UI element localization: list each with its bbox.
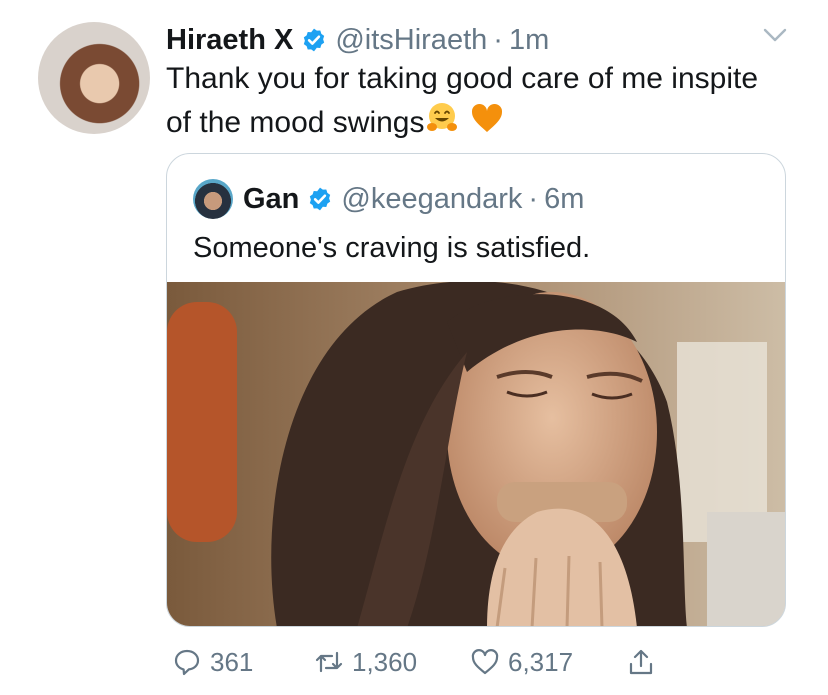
quoted-author-avatar: [193, 179, 233, 219]
tweet-timestamp[interactable]: 1m: [509, 24, 549, 57]
quoted-tweet-photo[interactable]: [167, 282, 785, 626]
reply-icon: [174, 649, 200, 676]
tweet-actions: 361 1,360 6,317: [166, 642, 786, 682]
heart-icon: [471, 649, 499, 675]
orange-heart-emoji: [469, 100, 505, 136]
retweet-icon: [315, 651, 343, 673]
tweet-body: Thank you for taking good care of me ins…: [166, 62, 759, 139]
like-count: 6,317: [508, 646, 574, 677]
reply-count: 361: [210, 646, 254, 677]
author-avatar[interactable]: [38, 22, 150, 134]
tweet-text: Thank you for taking good care of me ins…: [166, 58, 786, 144]
share-button[interactable]: [626, 642, 664, 682]
hugging-face-emoji: [424, 100, 460, 136]
verified-badge-icon: [304, 28, 325, 52]
retweet-button[interactable]: 1,360: [314, 642, 417, 682]
retweet-count: 1,360: [352, 646, 418, 677]
quoted-tweet-timestamp: 6m: [544, 182, 585, 215]
author-name[interactable]: Hiraeth X: [166, 24, 293, 57]
quoted-author-handle: @keegandark: [341, 182, 523, 215]
quoted-tweet[interactable]: Gan @keegandark · 6m Someone's craving i…: [166, 153, 786, 627]
verified-badge-icon: [310, 187, 331, 211]
like-button[interactable]: 6,317: [470, 642, 573, 682]
share-icon: [629, 649, 653, 675]
quoted-tweet-header: Gan @keegandark · 6m: [243, 178, 584, 220]
separator-dot: ·: [528, 182, 539, 215]
chevron-down-icon[interactable]: [762, 26, 788, 44]
reply-button[interactable]: 361: [172, 642, 253, 682]
tweet-header: Hiraeth X @itsHiraeth · 1m: [166, 18, 549, 62]
separator-dot: ·: [493, 23, 503, 56]
author-handle[interactable]: @itsHiraeth: [335, 24, 487, 57]
quoted-author-name: Gan: [243, 182, 300, 215]
quoted-tweet-text: Someone's craving is satisfied.: [193, 232, 591, 264]
